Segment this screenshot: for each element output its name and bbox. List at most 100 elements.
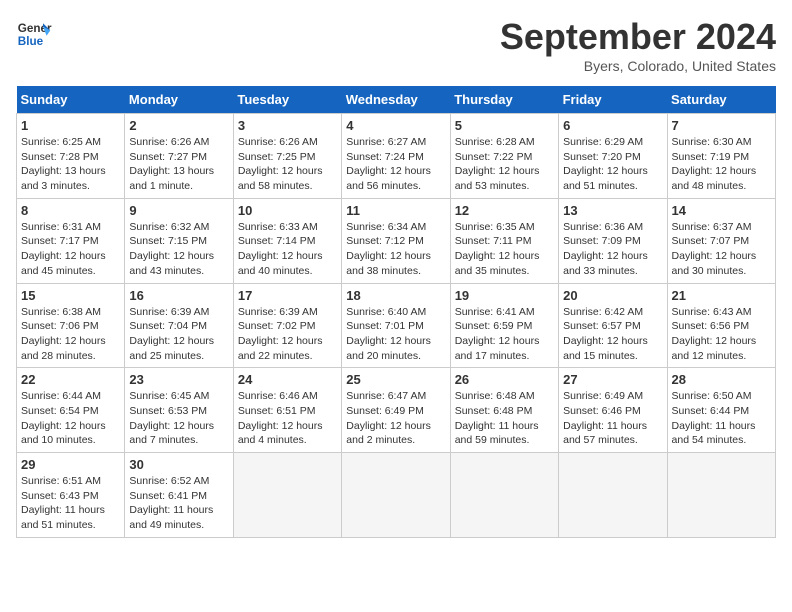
day-cell: 12 Sunrise: 6:35 AM Sunset: 7:11 PM Dayli… bbox=[450, 198, 558, 283]
header-cell-sunday: Sunday bbox=[17, 86, 125, 114]
day-info: Sunrise: 6:37 AM Sunset: 7:07 PM Dayligh… bbox=[672, 220, 771, 279]
day-cell: 15 Sunrise: 6:38 AM Sunset: 7:06 PM Dayli… bbox=[17, 283, 125, 368]
day-cell: 18Sunrise: 6:40 AM Sunset: 7:01 PM Dayli… bbox=[342, 283, 450, 368]
day-number: 24 bbox=[238, 372, 337, 387]
day-cell: 10Sunrise: 6:33 AM Sunset: 7:14 PM Dayli… bbox=[233, 198, 341, 283]
day-number: 9 bbox=[129, 203, 228, 218]
day-cell: 28Sunrise: 6:50 AM Sunset: 6:44 PM Dayli… bbox=[667, 368, 775, 453]
day-info: Sunrise: 6:49 AM Sunset: 6:46 PM Dayligh… bbox=[563, 389, 662, 448]
day-cell bbox=[559, 453, 667, 538]
day-number: 21 bbox=[672, 288, 771, 303]
day-cell: 22Sunrise: 6:44 AM Sunset: 6:54 PM Dayli… bbox=[17, 368, 125, 453]
day-info: Sunrise: 6:28 AM Sunset: 7:22 PM Dayligh… bbox=[455, 135, 554, 194]
calendar-table: SundayMondayTuesdayWednesdayThursdayFrid… bbox=[16, 86, 776, 538]
day-info: Sunrise: 6:29 AM Sunset: 7:20 PM Dayligh… bbox=[563, 135, 662, 194]
day-cell: 8Sunrise: 6:31 AM Sunset: 7:17 PM Daylig… bbox=[17, 198, 125, 283]
day-info: Sunrise: 6:47 AM Sunset: 6:49 PM Dayligh… bbox=[346, 389, 445, 448]
month-title: September 2024 bbox=[500, 16, 776, 58]
day-cell: 4 Sunrise: 6:27 AM Sunset: 7:24 PM Daylig… bbox=[342, 114, 450, 199]
week-row-5: 29 Sunrise: 6:51 AM Sunset: 6:43 PM Dayli… bbox=[17, 453, 776, 538]
day-cell: 13 Sunrise: 6:36 AM Sunset: 7:09 PM Dayli… bbox=[559, 198, 667, 283]
header-row: SundayMondayTuesdayWednesdayThursdayFrid… bbox=[17, 86, 776, 114]
logo: General Blue bbox=[16, 16, 52, 52]
day-cell: 30 Sunrise: 6:52 AM Sunset: 6:41 PM Dayli… bbox=[125, 453, 233, 538]
day-number: 28 bbox=[672, 372, 771, 387]
day-number: 25 bbox=[346, 372, 445, 387]
day-info: Sunrise: 6:39 AM Sunset: 7:02 PM Dayligh… bbox=[238, 305, 337, 364]
day-info: Sunrise: 6:35 AM Sunset: 7:11 PM Dayligh… bbox=[455, 220, 554, 279]
day-info: Sunrise: 6:36 AM Sunset: 7:09 PM Dayligh… bbox=[563, 220, 662, 279]
day-info: Sunrise: 6:41 AM Sunset: 6:59 PM Dayligh… bbox=[455, 305, 554, 364]
day-number: 30 bbox=[129, 457, 228, 472]
day-number: 13 bbox=[563, 203, 662, 218]
svg-text:Blue: Blue bbox=[18, 35, 44, 48]
header-cell-tuesday: Tuesday bbox=[233, 86, 341, 114]
header: General Blue September 2024 Byers, Color… bbox=[16, 16, 776, 74]
day-number: 17 bbox=[238, 288, 337, 303]
day-info: Sunrise: 6:26 AM Sunset: 7:27 PM Dayligh… bbox=[129, 135, 228, 194]
day-number: 27 bbox=[563, 372, 662, 387]
day-cell: 23 Sunrise: 6:45 AM Sunset: 6:53 PM Dayli… bbox=[125, 368, 233, 453]
day-cell: 6 Sunrise: 6:29 AM Sunset: 7:20 PM Daylig… bbox=[559, 114, 667, 199]
day-cell: 14 Sunrise: 6:37 AM Sunset: 7:07 PM Dayli… bbox=[667, 198, 775, 283]
header-cell-thursday: Thursday bbox=[450, 86, 558, 114]
calendar-body: 1Sunrise: 6:25 AM Sunset: 7:28 PM Daylig… bbox=[17, 114, 776, 538]
day-number: 26 bbox=[455, 372, 554, 387]
day-number: 3 bbox=[238, 118, 337, 133]
day-number: 1 bbox=[21, 118, 120, 133]
day-cell: 27 Sunrise: 6:49 AM Sunset: 6:46 PM Dayli… bbox=[559, 368, 667, 453]
logo-icon: General Blue bbox=[16, 16, 52, 52]
day-cell: 17 Sunrise: 6:39 AM Sunset: 7:02 PM Dayli… bbox=[233, 283, 341, 368]
day-number: 7 bbox=[672, 118, 771, 133]
week-row-4: 22Sunrise: 6:44 AM Sunset: 6:54 PM Dayli… bbox=[17, 368, 776, 453]
day-info: Sunrise: 6:27 AM Sunset: 7:24 PM Dayligh… bbox=[346, 135, 445, 194]
day-cell: 1Sunrise: 6:25 AM Sunset: 7:28 PM Daylig… bbox=[17, 114, 125, 199]
week-row-3: 15 Sunrise: 6:38 AM Sunset: 7:06 PM Dayli… bbox=[17, 283, 776, 368]
day-cell bbox=[450, 453, 558, 538]
day-info: Sunrise: 6:52 AM Sunset: 6:41 PM Dayligh… bbox=[129, 474, 228, 533]
day-info: Sunrise: 6:33 AM Sunset: 7:14 PM Dayligh… bbox=[238, 220, 337, 279]
day-cell: 3 Sunrise: 6:26 AM Sunset: 7:25 PM Daylig… bbox=[233, 114, 341, 199]
day-number: 11 bbox=[346, 203, 445, 218]
header-cell-monday: Monday bbox=[125, 86, 233, 114]
day-info: Sunrise: 6:26 AM Sunset: 7:25 PM Dayligh… bbox=[238, 135, 337, 194]
subtitle: Byers, Colorado, United States bbox=[500, 58, 776, 74]
day-number: 20 bbox=[563, 288, 662, 303]
day-number: 12 bbox=[455, 203, 554, 218]
day-cell: 11 Sunrise: 6:34 AM Sunset: 7:12 PM Dayli… bbox=[342, 198, 450, 283]
day-cell bbox=[233, 453, 341, 538]
day-cell: 20 Sunrise: 6:42 AM Sunset: 6:57 PM Dayli… bbox=[559, 283, 667, 368]
day-number: 15 bbox=[21, 288, 120, 303]
header-cell-friday: Friday bbox=[559, 86, 667, 114]
day-info: Sunrise: 6:45 AM Sunset: 6:53 PM Dayligh… bbox=[129, 389, 228, 448]
day-info: Sunrise: 6:44 AM Sunset: 6:54 PM Dayligh… bbox=[21, 389, 120, 448]
day-cell: 26 Sunrise: 6:48 AM Sunset: 6:48 PM Dayli… bbox=[450, 368, 558, 453]
day-number: 5 bbox=[455, 118, 554, 133]
day-info: Sunrise: 6:38 AM Sunset: 7:06 PM Dayligh… bbox=[21, 305, 120, 364]
day-cell: 25 Sunrise: 6:47 AM Sunset: 6:49 PM Dayli… bbox=[342, 368, 450, 453]
header-cell-saturday: Saturday bbox=[667, 86, 775, 114]
day-number: 14 bbox=[672, 203, 771, 218]
day-cell bbox=[342, 453, 450, 538]
day-info: Sunrise: 6:48 AM Sunset: 6:48 PM Dayligh… bbox=[455, 389, 554, 448]
calendar-header: SundayMondayTuesdayWednesdayThursdayFrid… bbox=[17, 86, 776, 114]
day-info: Sunrise: 6:43 AM Sunset: 6:56 PM Dayligh… bbox=[672, 305, 771, 364]
day-number: 2 bbox=[129, 118, 228, 133]
day-number: 19 bbox=[455, 288, 554, 303]
day-number: 16 bbox=[129, 288, 228, 303]
day-cell: 7Sunrise: 6:30 AM Sunset: 7:19 PM Daylig… bbox=[667, 114, 775, 199]
day-cell: 2 Sunrise: 6:26 AM Sunset: 7:27 PM Daylig… bbox=[125, 114, 233, 199]
day-cell: 21 Sunrise: 6:43 AM Sunset: 6:56 PM Dayli… bbox=[667, 283, 775, 368]
day-info: Sunrise: 6:46 AM Sunset: 6:51 PM Dayligh… bbox=[238, 389, 337, 448]
day-info: Sunrise: 6:34 AM Sunset: 7:12 PM Dayligh… bbox=[346, 220, 445, 279]
day-cell: 16Sunrise: 6:39 AM Sunset: 7:04 PM Dayli… bbox=[125, 283, 233, 368]
day-number: 23 bbox=[129, 372, 228, 387]
day-info: Sunrise: 6:40 AM Sunset: 7:01 PM Dayligh… bbox=[346, 305, 445, 364]
day-info: Sunrise: 6:42 AM Sunset: 6:57 PM Dayligh… bbox=[563, 305, 662, 364]
day-number: 29 bbox=[21, 457, 120, 472]
day-number: 4 bbox=[346, 118, 445, 133]
week-row-1: 1Sunrise: 6:25 AM Sunset: 7:28 PM Daylig… bbox=[17, 114, 776, 199]
day-info: Sunrise: 6:51 AM Sunset: 6:43 PM Dayligh… bbox=[21, 474, 120, 533]
day-number: 6 bbox=[563, 118, 662, 133]
day-cell bbox=[667, 453, 775, 538]
